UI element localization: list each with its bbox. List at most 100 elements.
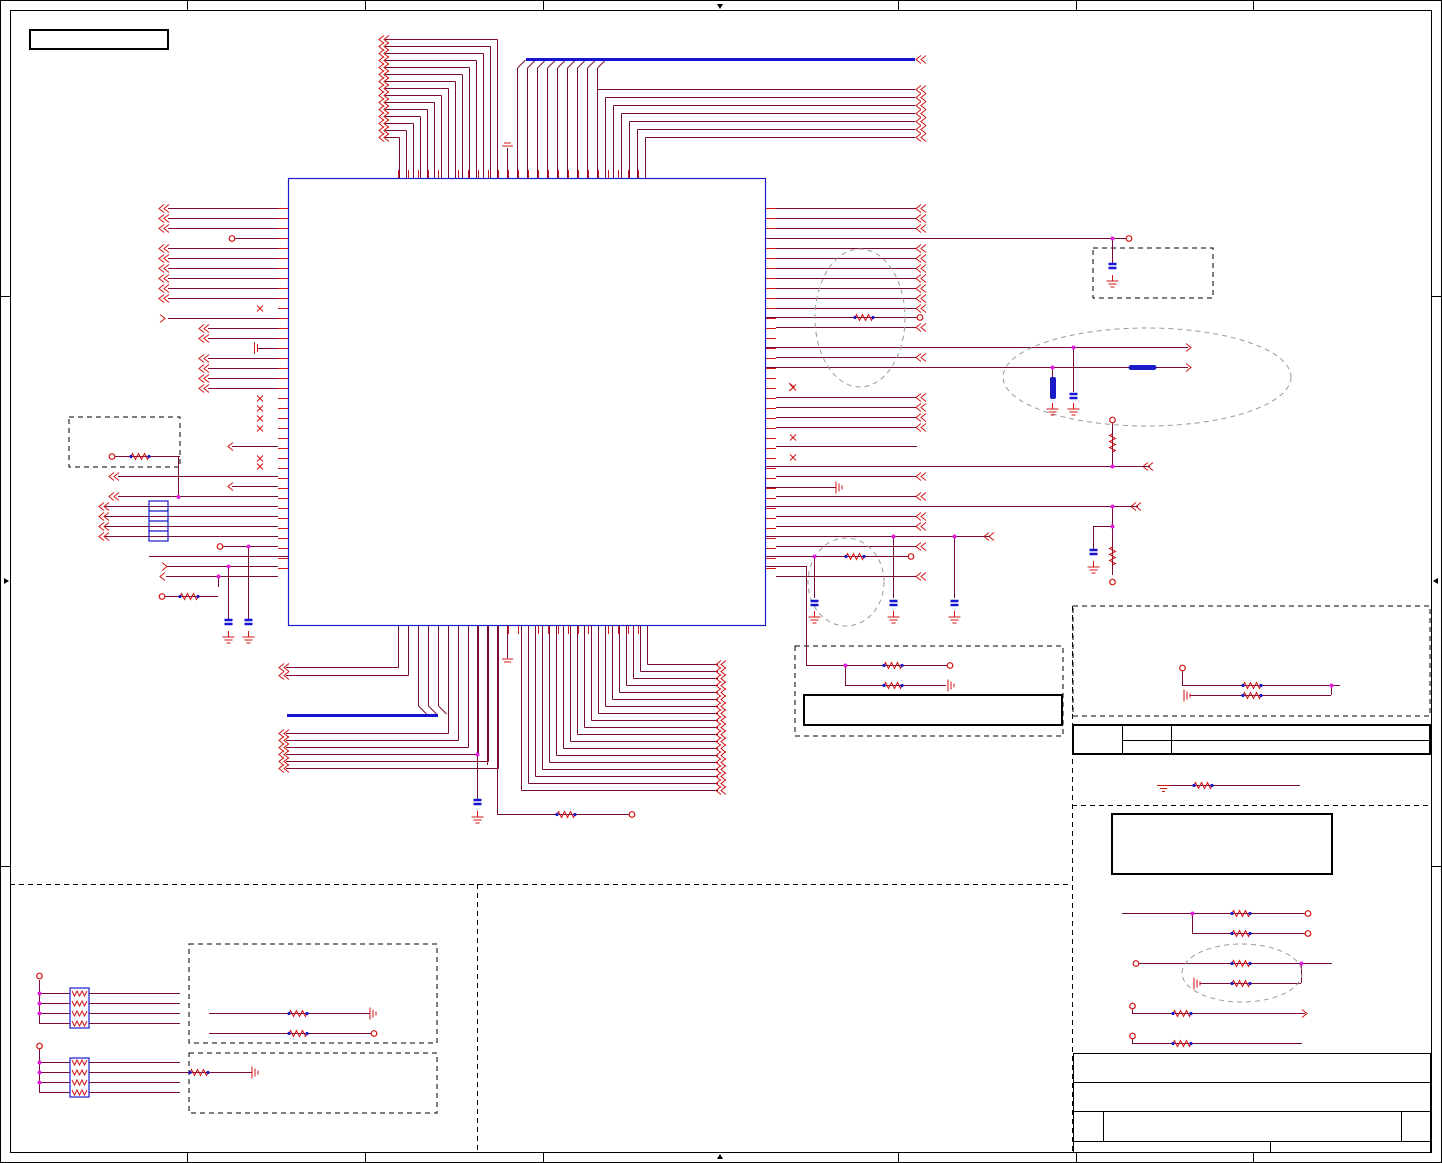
junction-dot <box>246 544 251 549</box>
junction-dot <box>812 554 817 559</box>
off-page-connector-icon <box>158 264 170 273</box>
power-port-icon <box>228 235 236 242</box>
junction-dot <box>891 534 896 539</box>
resistor-icon <box>1171 1039 1193 1048</box>
bus-tap <box>567 59 576 69</box>
off-page-connector-icon <box>915 512 927 521</box>
ground-icon <box>1067 403 1080 416</box>
capacitor-icon <box>224 618 233 626</box>
off-page-connector-icon <box>158 274 170 283</box>
off-page-connector-icon <box>915 274 927 283</box>
no-connect-marks <box>256 305 797 470</box>
resistor-icon <box>853 313 875 322</box>
resistor-icon <box>1230 979 1252 988</box>
annotation-outlines <box>807 248 1303 1003</box>
off-page-connector-icon <box>915 117 927 126</box>
capacitor-icon <box>1069 392 1078 400</box>
power-port-icon <box>1109 416 1116 424</box>
off-page-connector-icon <box>158 244 170 253</box>
schematic-sheet <box>0 0 1442 1163</box>
off-page-connector-icon <box>158 204 170 213</box>
ground-icon <box>1087 561 1100 574</box>
bus-tap <box>517 59 526 69</box>
junction-dot <box>1050 365 1055 370</box>
resistor-icon <box>1171 1009 1193 1018</box>
bottom-gnd-stub <box>502 626 513 663</box>
ground-icon <box>947 679 955 692</box>
power-port-icon <box>1129 1002 1136 1010</box>
resistor-icon <box>178 592 200 601</box>
bus-tap <box>527 59 536 69</box>
power-port-icon <box>1304 910 1312 917</box>
ground-icon <box>471 811 484 824</box>
power-port-icon <box>370 1030 378 1037</box>
power-port-icon <box>1109 578 1116 586</box>
resistor-icon <box>129 452 151 461</box>
power-port-icon <box>628 811 636 818</box>
power-port-icon <box>916 314 924 321</box>
sheet-border <box>0 0 1442 1163</box>
capacitor-icon <box>1089 548 1098 556</box>
title-block <box>1073 1053 1431 1153</box>
junction-dot <box>843 663 848 668</box>
resistor-icon <box>1108 546 1117 566</box>
power-ports <box>36 235 1312 1050</box>
bus-tap <box>428 705 437 715</box>
power-port-icon <box>1129 1032 1136 1040</box>
ground-icon <box>251 1066 259 1079</box>
power-port-icon <box>1304 930 1312 937</box>
junction-dot <box>1299 961 1304 966</box>
off-page-connector-icon <box>915 472 927 481</box>
section-dividers <box>10 247 1431 1152</box>
off-page-connector-icon <box>915 254 927 263</box>
off-page-connector-icon <box>915 304 927 313</box>
junction-dot <box>176 495 181 499</box>
off-page-connector-icon <box>915 101 927 110</box>
junction-dot <box>1110 464 1115 469</box>
power-port-icon <box>158 593 166 600</box>
ground-icon <box>835 481 843 494</box>
off-page-connector-icon <box>915 125 927 134</box>
off-page-connector-icon <box>198 354 210 363</box>
bottom-right-fanout <box>521 626 718 791</box>
off-page-connector-icon <box>915 572 927 581</box>
ground-icon <box>1157 785 1170 792</box>
off-page-connectors <box>98 35 1308 1018</box>
top-right-fanout <box>597 89 915 178</box>
off-page-connector-icon <box>158 214 170 223</box>
capacitor-icon <box>950 599 959 607</box>
power-port-icon <box>216 543 224 550</box>
junction-dot <box>226 564 231 569</box>
ic-bottom-pins <box>398 626 639 634</box>
off-page-connector-icon <box>915 55 927 64</box>
junction-dot <box>1110 524 1115 529</box>
resistors <box>129 313 1263 1077</box>
power-port-icon <box>946 662 954 669</box>
resistor-icon <box>1230 929 1252 938</box>
right-circuits <box>766 238 1188 686</box>
note-box-right <box>803 694 1063 726</box>
bus-tap <box>438 705 447 715</box>
off-page-connector-icon <box>915 423 927 432</box>
off-page-connector-icon <box>915 542 927 551</box>
top-left-fanout <box>385 39 498 178</box>
resistor-icon <box>1192 781 1214 790</box>
bus-tap <box>537 59 546 69</box>
off-page-connector-icon <box>158 254 170 263</box>
bus-tap <box>547 59 556 69</box>
ground-icon <box>948 611 961 624</box>
junction-dot <box>37 1070 42 1075</box>
right-side-nets <box>776 208 917 577</box>
off-page-connector-icon <box>198 324 210 333</box>
capacitor-icon <box>473 798 482 806</box>
junction-dot <box>1110 504 1115 509</box>
resistor-icon <box>287 1009 309 1018</box>
inductor-icon <box>1050 377 1056 399</box>
ground-icon <box>1183 689 1191 702</box>
off-page-connector-icon <box>915 403 927 412</box>
capacitors <box>224 262 1117 806</box>
junction-dot <box>1110 236 1115 241</box>
off-page-connector-icon <box>108 472 120 481</box>
junction-dot <box>37 1060 42 1065</box>
off-page-connector-icon <box>915 224 927 233</box>
